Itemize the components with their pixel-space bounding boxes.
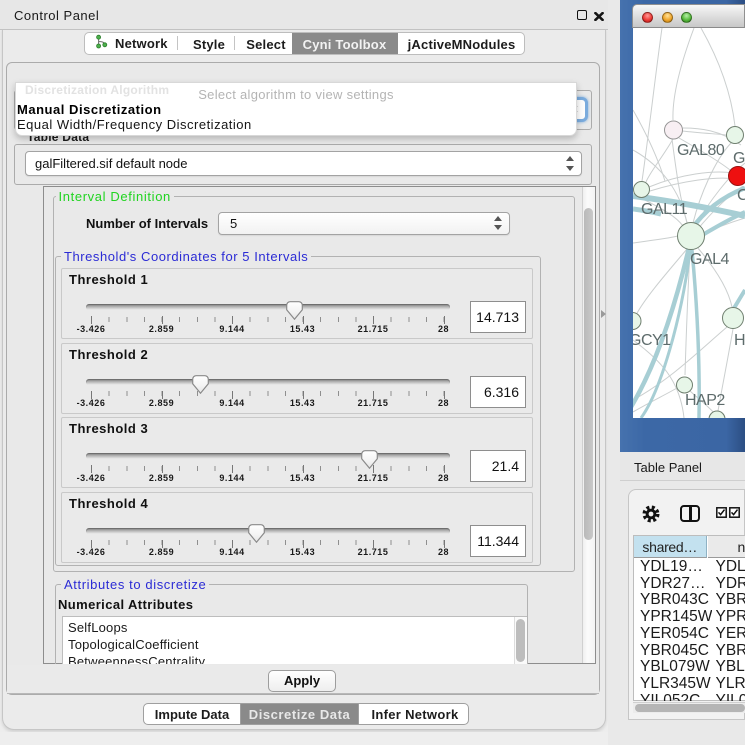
svg-text:GAL4: GAL4 — [690, 251, 730, 268]
svg-text:GAL11: GAL11 — [641, 201, 688, 218]
svg-text:C: C — [737, 187, 745, 204]
svg-text:GAL80: GAL80 — [677, 142, 725, 159]
svg-text:HAP2: HAP2 — [685, 392, 725, 409]
svg-text:G.: G. — [733, 150, 745, 167]
svg-text:GCY1: GCY1 — [633, 332, 671, 349]
svg-text:H: H — [734, 332, 745, 349]
